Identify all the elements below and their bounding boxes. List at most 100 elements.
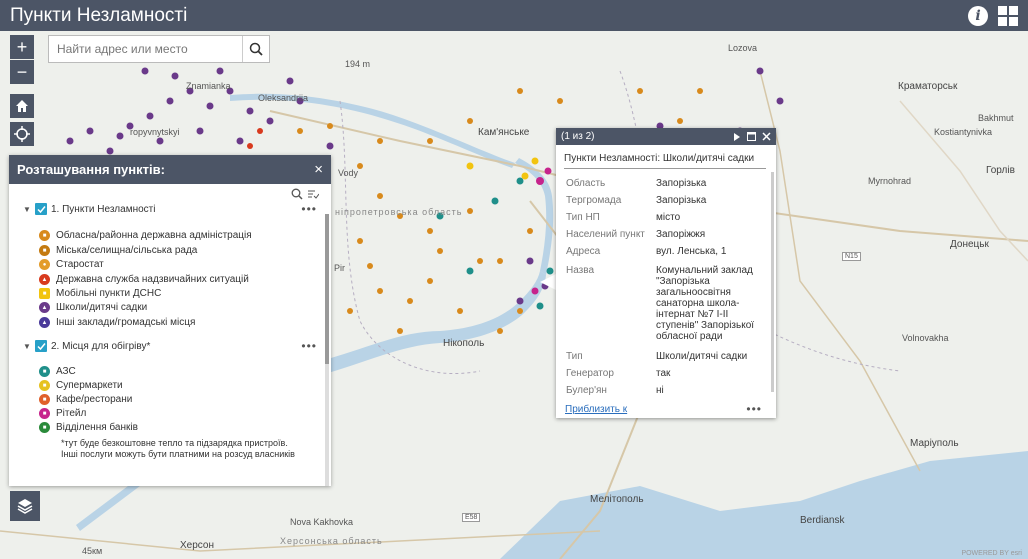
zoom-to-link[interactable]: Приблизить к [565, 404, 627, 415]
attr-generator: Генератор так [566, 368, 766, 379]
maximize-icon[interactable] [747, 132, 756, 141]
legend-item-other: ▲ Інші заклади/громадські місця [39, 317, 195, 328]
legend-item-schools: ▲ Школи/дитячі садки [39, 302, 147, 313]
search-input[interactable] [49, 36, 243, 62]
app-header: Пункти Незламності i [0, 0, 1028, 31]
popup-pointer [540, 274, 556, 290]
starostat-icon: ● [39, 259, 50, 270]
attr-hromada: Тергромада Запорізька [566, 195, 766, 206]
popup-divider [564, 168, 766, 169]
legend-close-button[interactable]: × [314, 161, 323, 178]
attr-value: Запорізька [656, 178, 707, 189]
layers-button[interactable] [10, 491, 40, 521]
bank-icon: ■ [39, 422, 50, 433]
close-icon[interactable] [762, 132, 771, 141]
cart-icon: ■ [39, 380, 50, 391]
region-kherson: Херсонська область [280, 536, 383, 546]
attr-value: місто [656, 212, 681, 223]
locate-button[interactable] [10, 122, 34, 146]
attr-key: Область [566, 178, 606, 189]
place-lozova: Lozova [728, 43, 758, 53]
legend-scrollbar[interactable] [325, 214, 329, 486]
legend-label: Інші заклади/громадські місця [56, 317, 196, 328]
legend-title: Розташування пунктів: [17, 162, 165, 177]
layer-1-label: 1. Пункти Незламності [51, 203, 156, 215]
attr-type: Тип Школи/дитячі садки [566, 351, 766, 362]
attr-buleryan: Булер'ян ні [566, 385, 766, 396]
attr-value: ні [656, 385, 664, 396]
legend-label: Обласна/районна державна адміністрація [56, 230, 252, 241]
legend-search-icon[interactable] [291, 188, 303, 200]
attr-key: Генератор [566, 368, 614, 379]
legend-filter-icon[interactable] [307, 188, 319, 200]
admin-building-icon: ■ [39, 230, 50, 241]
caret-down-icon[interactable]: ▼ [23, 205, 31, 214]
layer-1-checkbox[interactable] [35, 203, 47, 215]
zoom-in-button[interactable]: + [10, 35, 34, 59]
legend-item-supermarket: ■ Супермаркети [39, 380, 123, 391]
attr-value: Школи/дитячі садки [656, 351, 748, 362]
attr-oblast: Область Запорізька [566, 178, 766, 189]
place-pir: Pir [334, 263, 345, 273]
grid-icon[interactable] [998, 5, 1018, 26]
legend-item-dsns: ▲ Державна служба надзвичайних ситуацій [39, 274, 249, 285]
attr-key: Адреса [566, 246, 601, 257]
mobile-unit-icon: ■ [39, 288, 50, 299]
layer-2-more-button[interactable]: ••• [301, 339, 317, 353]
legend-item-council: ■ Міська/селищна/сільська рада [39, 245, 197, 256]
place-donetsk: Донецьк [950, 239, 989, 250]
layer-group-1[interactable]: ▼ 1. Пункти Незламності [23, 203, 155, 215]
legend-item-bank: ■ Відділення банків [39, 422, 138, 433]
place-nikopol: Нікополь [443, 338, 485, 349]
place-kropyvnytskyi: ropyvnytskyi [130, 127, 180, 137]
attr-value: вул. Ленська, 1 [656, 246, 727, 257]
popup-header: (1 из 2) [556, 128, 776, 145]
checkmark-icon [36, 205, 46, 213]
legend-tools [291, 188, 319, 200]
place-znamianka: Znamianka [186, 81, 231, 91]
home-button[interactable] [10, 94, 34, 118]
dsns-icon: ▲ [39, 274, 50, 285]
place-volnovakha: Volnovakha [902, 333, 949, 343]
attr-value: Запорізька [656, 195, 707, 206]
header-icons: i [968, 5, 1018, 26]
checkmark-icon [36, 342, 46, 350]
legend-item-mobile: ■ Мобільні пункти ДСНС [39, 288, 161, 299]
distance-45: 45км [82, 546, 103, 556]
info-icon[interactable]: i [968, 5, 988, 26]
place-kostiantynivka: Kostiantynivka [934, 127, 993, 137]
layer-2-checkbox[interactable] [35, 340, 47, 352]
search-button[interactable] [242, 36, 269, 62]
legend-label: Мобільні пункти ДСНС [56, 288, 162, 299]
attr-key: Населений пункт [566, 229, 645, 240]
distance-194: 194 m [345, 59, 371, 69]
legend-label: Супермаркети [56, 380, 123, 391]
layer-1-more-button[interactable]: ••• [301, 202, 317, 216]
legend-header: Розташування пунктів: × [9, 155, 331, 184]
zoom-out-button[interactable]: − [10, 60, 34, 84]
feature-popup: (1 из 2) Пункти Незламності: Школи/дитяч… [556, 128, 776, 418]
school-icon: ▲ [39, 302, 50, 313]
place-kherson: Херсон [180, 540, 214, 551]
attr-settlement-type: Тип НП місто [566, 212, 766, 223]
legend-panel: Розташування пунктів: × ▼ 1. Пункти Незл… [9, 155, 331, 486]
attr-value: так [656, 368, 671, 379]
popup-scrollbar[interactable] [771, 172, 774, 392]
legend-label: АЗС [56, 366, 76, 377]
legend-item-starostat: ● Старостат [39, 259, 104, 270]
place-kamianske: Кам'янське [478, 127, 530, 138]
legend-item-admin: ■ Обласна/районна державна адміністрація [39, 230, 252, 241]
legend-label: Державна служба надзвичайних ситуацій [56, 274, 249, 285]
place-melitopol: Мелітополь [590, 494, 644, 505]
legend-item-cafe: ■ Кафе/ресторани [39, 394, 132, 405]
popup-more-button[interactable]: ••• [746, 402, 762, 416]
next-feature-icon[interactable] [733, 132, 741, 141]
legend-item-azs: ■ АЗС [39, 366, 76, 377]
legend-item-retail: ■ Рітейл [39, 408, 86, 419]
attr-key: Булер'ян [566, 385, 607, 396]
caret-down-icon[interactable]: ▼ [23, 342, 31, 351]
place-horlivka: Горлів [986, 165, 1015, 176]
layer-group-2[interactable]: ▼ 2. Місця для обігріву* [23, 340, 150, 352]
cafe-icon: ■ [39, 394, 50, 405]
legend-label: Рітейл [56, 408, 87, 419]
